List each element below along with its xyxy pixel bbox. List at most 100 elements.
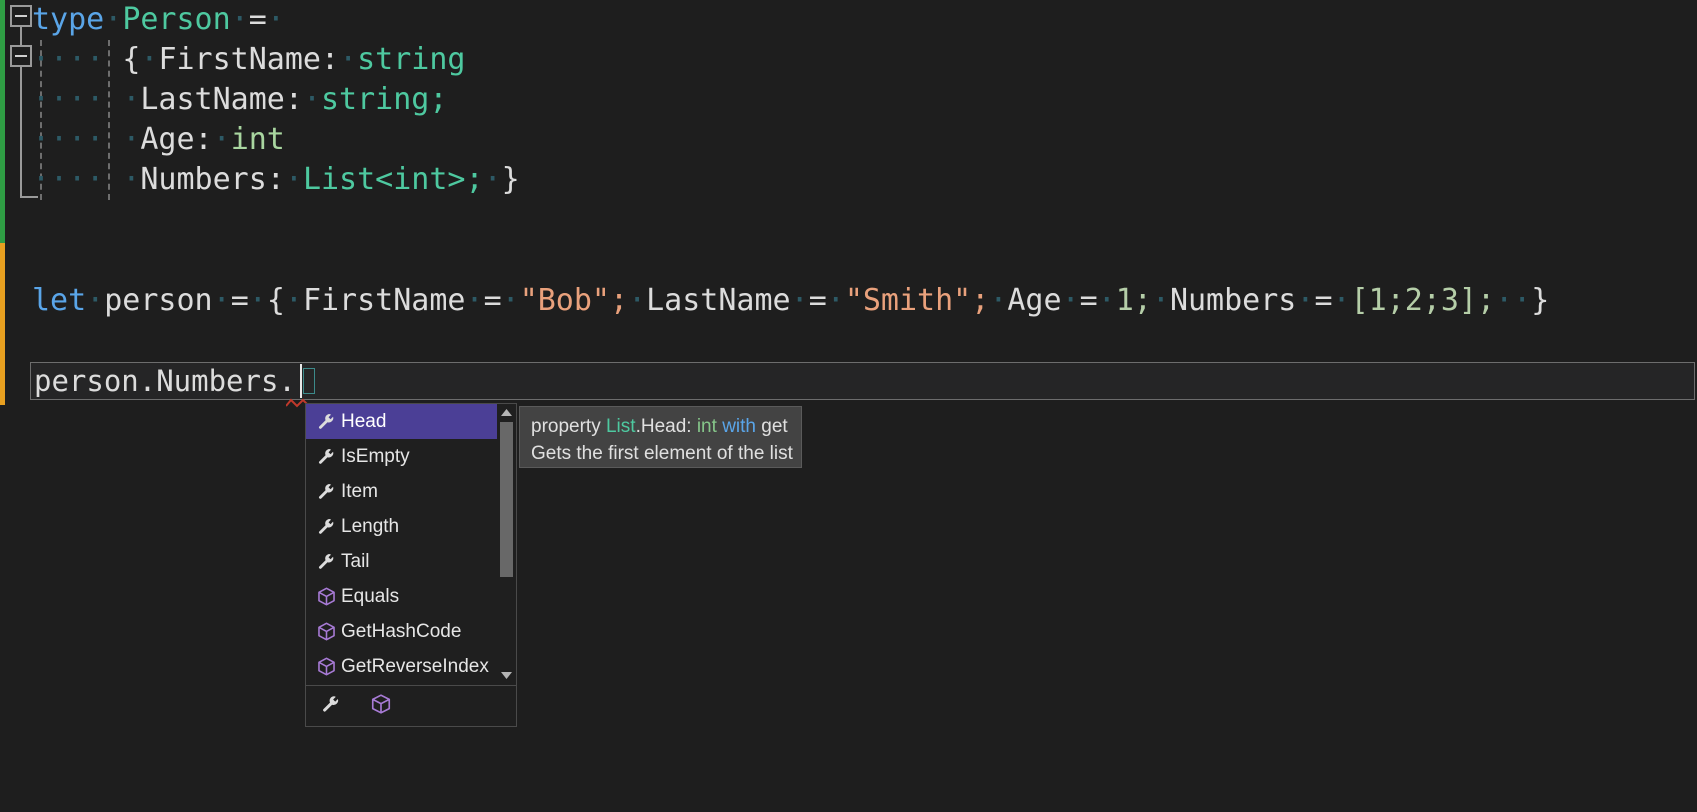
code-token: ·: [122, 162, 141, 197]
code-line: ···· ·Age:·int: [32, 120, 285, 160]
fold-marker-collapse-type[interactable]: [10, 5, 32, 27]
code-token: LastName:: [140, 82, 303, 117]
completion-list[interactable]: Head IsEmpty Item Length Tail Equals GetHashCo…: [306, 404, 516, 684]
intellisense-popup[interactable]: Head IsEmpty Item Length Tail Equals GetHashCo…: [305, 403, 517, 727]
code-token: ·: [212, 122, 231, 157]
completion-item[interactable]: GetHashCode: [306, 614, 516, 649]
code-token: string: [357, 42, 466, 77]
code-token: ·: [1061, 283, 1080, 318]
fold-marker-collapse-record[interactable]: [10, 45, 32, 67]
text-caret: [300, 364, 302, 398]
code-token: ·: [1097, 283, 1116, 318]
code-token: let: [32, 283, 87, 318]
code-token: ·: [1151, 283, 1170, 318]
completion-item[interactable]: Length: [306, 509, 516, 544]
completion-item-label: GetHashCode: [341, 620, 462, 642]
code-token: ·: [122, 82, 141, 117]
code-token: {: [122, 42, 141, 77]
code-token: type: [32, 2, 105, 37]
code-token: }: [501, 162, 520, 197]
tooltip-return-type: int: [696, 416, 717, 437]
method-cube-icon: [311, 579, 341, 614]
tooltip-accessor: get: [755, 416, 788, 437]
code-token: {: [266, 283, 285, 318]
completion-scrollbar[interactable]: [497, 404, 516, 684]
completion-item[interactable]: IsEmpty: [306, 439, 516, 474]
code-token: =: [230, 283, 249, 318]
code-token: 1;: [1115, 283, 1152, 318]
tooltip-signature: property List.Head: int with get: [531, 413, 791, 440]
code-token: ·: [989, 283, 1008, 318]
code-token: Numbers: [1169, 283, 1297, 318]
completion-item-label: IsEmpty: [341, 445, 410, 467]
tooltip-with-keyword: with: [722, 416, 756, 437]
scroll-up-arrow-icon[interactable]: [497, 404, 516, 421]
indent-dots: ····: [32, 42, 123, 77]
code-token: ·: [501, 283, 520, 318]
code-token: person: [104, 283, 213, 318]
code-token: ·: [1296, 283, 1315, 318]
code-editor-surface[interactable]: type·Person·=· ···· {·FirstName:·string ··…: [0, 0, 1697, 812]
property-wrench-icon: [311, 544, 341, 579]
method-cube-icon: [311, 649, 341, 684]
code-token: Age: [1007, 283, 1062, 318]
code-token: ·: [465, 283, 484, 318]
code-token: ·: [284, 283, 303, 318]
code-token: ·: [339, 42, 358, 77]
completion-item-label: Head: [341, 410, 387, 432]
code-token: =: [483, 283, 502, 318]
tooltip-description: Gets the first element of the list: [531, 443, 793, 464]
code-token: ·: [302, 82, 321, 117]
tooltip-prefix: property: [531, 416, 606, 437]
code-token: ·: [284, 162, 303, 197]
completion-placeholder-box: [303, 368, 315, 394]
code-token: int: [230, 122, 285, 157]
code-token: LastName: [646, 283, 791, 318]
code-token: Age:: [140, 122, 213, 157]
filter-properties-wrench-icon[interactable]: [320, 693, 342, 720]
code-token: ·: [122, 122, 141, 157]
filter-methods-cube-icon[interactable]: [370, 693, 392, 720]
code-token: ·: [826, 283, 845, 318]
code-token: ·: [483, 162, 502, 197]
fold-stem-long: [20, 67, 22, 197]
tooltip-member: .Head:: [635, 416, 697, 437]
code-token: FirstName:: [158, 42, 340, 77]
completion-item-label: GetReverseIndex: [341, 655, 489, 677]
code-token: "Bob";: [519, 283, 629, 318]
code-line-let-person: let·person·=·{·FirstName·=·"Bob";·LastNa…: [32, 281, 1549, 321]
completion-item[interactable]: Equals: [306, 579, 516, 614]
code-token: ·: [266, 2, 285, 37]
completion-item[interactable]: Head: [306, 404, 516, 439]
property-wrench-icon: [311, 404, 341, 439]
completion-item[interactable]: GetReverseIndex: [306, 649, 516, 684]
change-bar-unsaved: [0, 243, 5, 405]
code-token: string;: [321, 82, 448, 117]
method-cube-icon: [311, 614, 341, 649]
property-wrench-icon: [311, 509, 341, 544]
code-token: ··: [1495, 283, 1532, 318]
property-wrench-icon: [311, 439, 341, 474]
completion-item-label: Length: [341, 515, 400, 537]
scrollbar-thumb[interactable]: [500, 422, 513, 577]
code-token: "Smith";: [844, 283, 990, 318]
property-wrench-icon: [311, 474, 341, 509]
code-token: ·: [230, 2, 249, 37]
code-line: ···· ·Numbers:·List<int>;·}: [32, 160, 520, 200]
code-token: Person: [122, 2, 231, 37]
code-line: ···· {·FirstName:·string: [32, 40, 466, 80]
code-token: }: [1531, 283, 1550, 318]
code-token: ·: [790, 283, 809, 318]
code-token: =: [1314, 283, 1333, 318]
completion-item-label: Tail: [341, 550, 370, 572]
indent-dots: ····: [32, 162, 123, 197]
completion-item-label: Item: [341, 480, 378, 502]
completion-filter-bar[interactable]: [306, 685, 516, 726]
tooltip-owner-type: List: [605, 416, 636, 437]
code-token: ·: [1332, 283, 1351, 318]
code-token: ·: [628, 283, 647, 318]
code-line: type·Person·=·: [32, 0, 285, 40]
completion-item[interactable]: Item: [306, 474, 516, 509]
scroll-down-arrow-icon[interactable]: [497, 667, 516, 684]
completion-item[interactable]: Tail: [306, 544, 516, 579]
